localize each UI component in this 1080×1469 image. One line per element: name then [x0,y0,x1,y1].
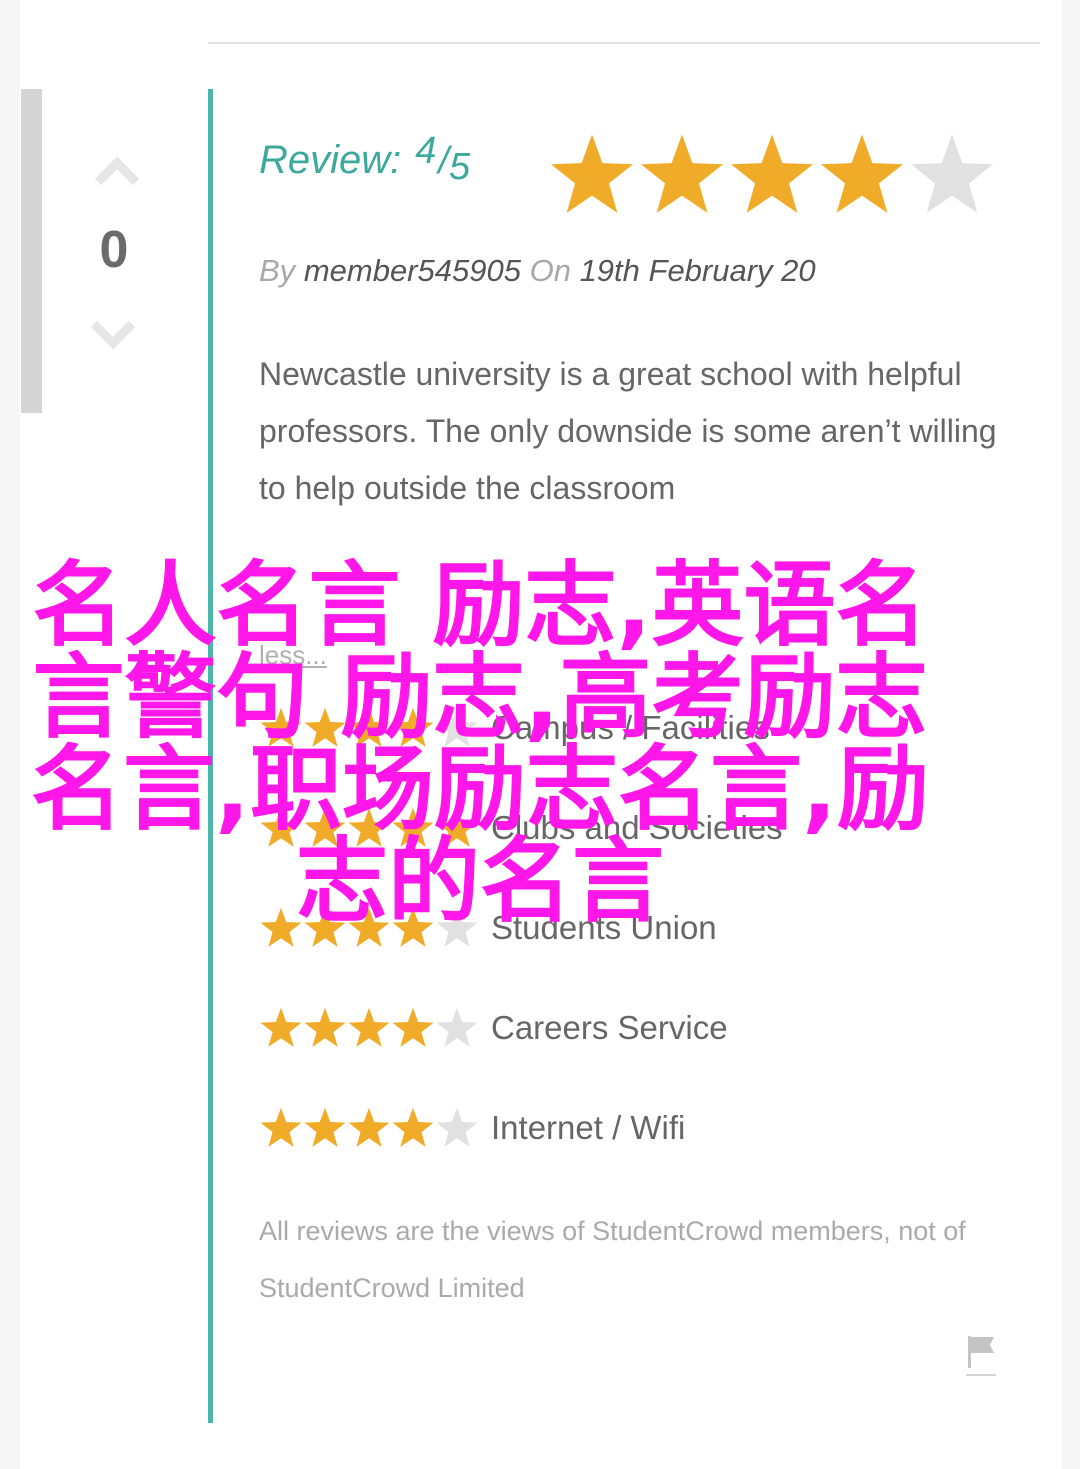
divider [208,42,1040,44]
rating-label: Careers Service [491,1009,728,1046]
review-body: Newcastle university is a great school w… [259,356,997,506]
review-score-max: 5 [448,146,471,188]
star-icon [260,1107,302,1147]
review-date: 19th February 20 [579,253,816,288]
category-star-rating [259,1106,483,1150]
star-icon [304,1007,346,1047]
vote-count: 0 [99,221,129,279]
star-icon [392,1107,434,1147]
review-label: Review: [259,138,402,182]
watermark-overlay: 名人名言 励志,英语名言警句 励志,高考励志名言,职场励志名言,励志的名言 [31,552,929,935]
star-icon [730,134,814,213]
star-icon [348,1107,390,1147]
star-icon [550,134,634,213]
rating-row: Careers Service [259,1003,728,1053]
overall-star-rating [548,131,996,219]
review-score-separator: / [438,140,449,182]
byline-by: By [259,253,296,288]
star-icon [260,1007,302,1047]
category-star-rating [259,1006,483,1050]
vote-sidebar [21,89,42,413]
star-icon [910,134,994,213]
review-score: Review: 4/5 [259,130,470,188]
star-icon [640,134,724,213]
review-author[interactable]: member545905 [304,253,521,288]
rating-label: Internet / Wifi [491,1109,686,1146]
star-icon [304,1107,346,1147]
chevron-down-icon[interactable] [90,318,136,352]
byline-on: On [529,253,571,288]
star-icon [392,1007,434,1047]
rating-row: Internet / Wifi [259,1103,685,1153]
review-byline: By member545905 On 19th February 20 [259,253,816,289]
star-icon [436,1007,478,1047]
star-icon [436,1107,478,1147]
chevron-up-icon[interactable] [94,152,140,186]
star-icon [348,1007,390,1047]
disclaimer: All reviews are the views of StudentCrow… [259,1216,966,1303]
flag-icon[interactable] [966,1334,996,1378]
review-score-value: 4 [415,130,437,172]
star-icon [820,134,904,213]
